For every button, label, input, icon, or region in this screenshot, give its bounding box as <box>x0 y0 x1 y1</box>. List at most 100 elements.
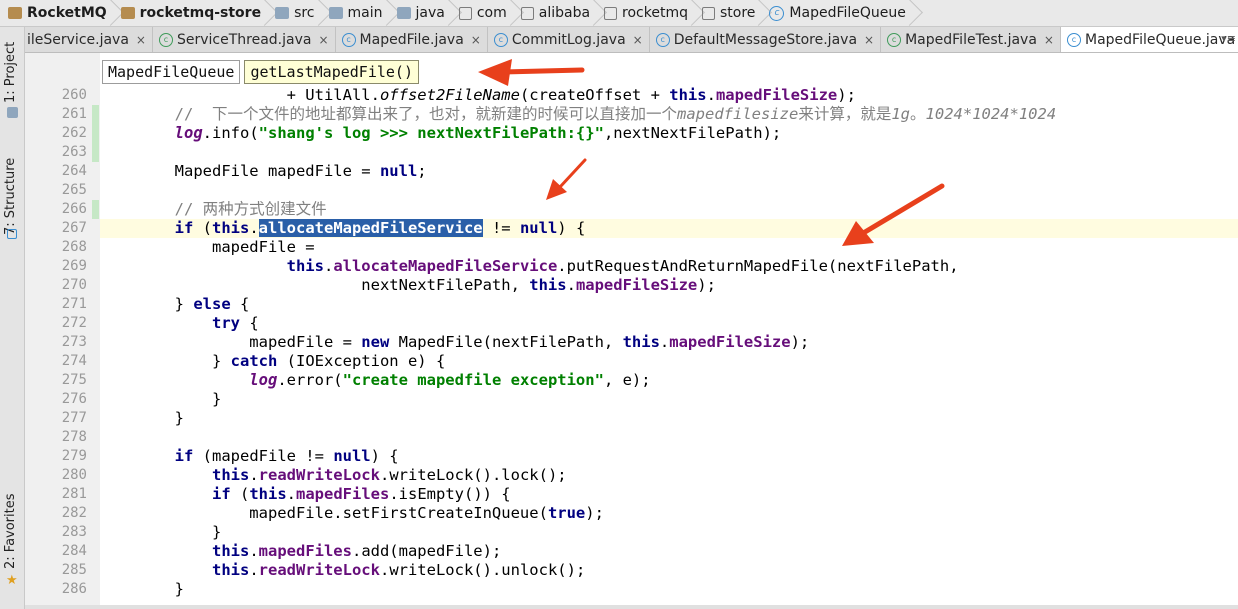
close-icon[interactable]: × <box>471 33 481 47</box>
code-line-279: if (mapedFile != null) { <box>174 447 399 465</box>
line-number: 286 <box>61 581 87 597</box>
breadcrumb-rocketmq[interactable]: rocketmq <box>596 0 694 26</box>
line-number: 277 <box>61 410 87 426</box>
code-line-280: this.readWriteLock.writeLock().lock(); <box>211 466 567 484</box>
vcs-change-marker <box>92 200 99 219</box>
class-icon: c <box>158 32 173 47</box>
code-line-285: this.readWriteLock.writeLock().unlock(); <box>211 561 586 579</box>
line-number: 283 <box>61 524 87 540</box>
code-line-284: this.mapedFiles.add(mapedFile); <box>211 542 502 560</box>
line-number: 285 <box>61 562 87 578</box>
line-number: 262 <box>61 125 87 141</box>
structure-tool-tab[interactable]: 7: Structure <box>3 158 18 235</box>
folder-icon <box>328 7 343 19</box>
left-tool-strip: 1: Project 7: Structure 2: Favorites ★ <box>0 27 25 609</box>
line-number: 278 <box>61 429 87 445</box>
package-icon <box>604 6 618 20</box>
line-number: 267 <box>61 220 87 236</box>
code-line-275: log.error("create mapedfile exception", … <box>249 371 651 389</box>
code-line-264: MapedFile mapedFile = null; <box>100 162 427 180</box>
project-icon <box>8 7 22 19</box>
class-icon: c <box>1066 32 1081 47</box>
breadcrumb-src[interactable]: src <box>267 0 320 26</box>
line-number: 280 <box>61 467 87 483</box>
module-icon <box>120 7 135 19</box>
line-number: 260 <box>61 87 87 103</box>
close-icon[interactable]: × <box>136 33 146 47</box>
tab-allocate-maped-file-service[interactable]: ileService.java × <box>25 27 153 52</box>
line-number: 273 <box>61 334 87 350</box>
code-line-262: log.info("shang's log >>> nextNextFilePa… <box>174 124 782 142</box>
code-line-260: + UtilAll.offset2FileName(createOffset +… <box>100 86 856 104</box>
code-line-281: if (this.mapedFiles.isEmpty()) { <box>211 485 511 503</box>
code-line-274: } catch (IOException e) { <box>100 352 446 370</box>
code-line-267: if (this.allocateMapedFileService != nul… <box>174 219 586 237</box>
line-number: 270 <box>61 277 87 293</box>
editor-tab-bar: ileService.java × c ServiceThread.java × cM… <box>25 27 1238 53</box>
close-icon[interactable]: × <box>864 33 874 47</box>
tab-maped-file[interactable]: c MapedFile.java × <box>336 27 488 52</box>
line-number: 284 <box>61 543 87 559</box>
line-number: 279 <box>61 448 87 464</box>
status-bar <box>25 605 1238 609</box>
tab-maped-file-queue[interactable]: cMapedFileQueue.java× <box>1060 27 1238 52</box>
code-line-286: } <box>100 580 184 598</box>
breadcrumb-module[interactable]: rocketmq-store <box>113 0 267 26</box>
navigation-breadcrumb: RocketMQ rocketmq-store src main java co… <box>0 0 1238 27</box>
line-number: 272 <box>61 315 87 331</box>
selected-identifier: allocateMapedFileService <box>258 219 483 237</box>
line-number: 265 <box>61 182 87 198</box>
project-tool-tab[interactable]: 1: Project <box>3 42 18 103</box>
breadcrumb-main[interactable]: main <box>321 0 389 26</box>
code-line-272: try { <box>211 314 259 332</box>
code-line-268: mapedFile = <box>100 238 315 256</box>
favorites-tool-tab[interactable]: 2: Favorites <box>3 493 18 569</box>
class-icon: c <box>341 32 356 47</box>
breadcrumb-class[interactable]: c MapedFileQueue <box>761 0 911 26</box>
breadcrumb-store[interactable]: store <box>694 0 761 26</box>
class-icon: c <box>769 5 785 21</box>
tab-overflow-menu-icon[interactable]: ▾≡ <box>1221 32 1236 45</box>
tab-commit-log[interactable]: c CommitLog.java × <box>488 27 650 52</box>
code-line-261-comment: // 下一个文件的地址都算出来了，也对，就新建的时候可以直接加一个mapedfi… <box>100 105 1057 123</box>
nav-method-name[interactable]: getLastMapedFile() <box>244 60 419 84</box>
line-number: 268 <box>61 239 87 255</box>
vcs-change-marker <box>92 105 99 162</box>
code-line-270: nextNextFilePath, this.mapedFileSize); <box>100 276 716 294</box>
structure-tool-icon <box>7 229 17 239</box>
breadcrumb-java[interactable]: java <box>389 0 451 26</box>
line-number: 282 <box>61 505 87 521</box>
tab-service-thread[interactable]: c ServiceThread.java × <box>153 27 336 52</box>
line-number: 276 <box>61 391 87 407</box>
tab-default-message-store[interactable]: c DefaultMessageStore.java × <box>650 27 882 52</box>
close-icon[interactable]: × <box>318 33 328 47</box>
line-number: 266 <box>61 201 87 217</box>
code-line-273: mapedFile = new MapedFile(nextFilePath, … <box>100 333 810 351</box>
tab-maped-file-test[interactable]: c MapedFileTest.java × <box>881 27 1061 52</box>
nav-class-name[interactable]: MapedFileQueue <box>102 60 241 84</box>
code-editor[interactable]: 260 261 262 263 264 265 266 267 268 269 … <box>25 53 1238 609</box>
line-number: 275 <box>61 372 87 388</box>
breadcrumb-alibaba[interactable]: alibaba <box>513 0 596 26</box>
method-navigation-popup: MapedFileQueue getLastMapedFile() <box>102 60 419 84</box>
code-line-283: } <box>100 523 222 541</box>
package-icon <box>520 6 534 20</box>
close-icon[interactable]: × <box>633 33 643 47</box>
project-tool-icon <box>7 107 18 118</box>
code-line-269: this.allocateMapedFileService.putRequest… <box>286 257 959 275</box>
code-line-282: mapedFile.setFirstCreateInQueue(true); <box>100 504 604 522</box>
breadcrumb-com[interactable]: com <box>451 0 513 26</box>
folder-icon <box>275 7 290 19</box>
line-number: 264 <box>61 163 87 179</box>
line-number: 263 <box>61 144 87 160</box>
breadcrumb-project[interactable]: RocketMQ <box>0 0 113 26</box>
line-number: 261 <box>61 106 87 122</box>
close-icon[interactable]: × <box>1044 33 1054 47</box>
code-line-266-comment: // 两种方式创建文件 <box>100 200 327 218</box>
code-line-276: } <box>100 390 222 408</box>
code-line-271: } else { <box>100 295 250 313</box>
package-icon <box>458 6 472 20</box>
code-line-277: } <box>100 409 184 427</box>
class-icon: c <box>655 32 670 47</box>
source-folder-icon <box>396 7 411 19</box>
